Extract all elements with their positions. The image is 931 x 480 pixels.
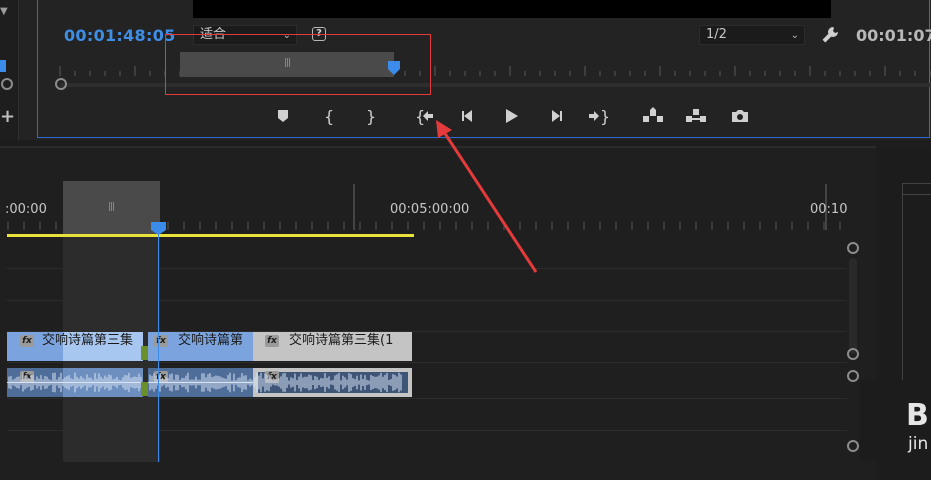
fx-icon: fx (154, 335, 168, 347)
play-button[interactable] (501, 106, 521, 126)
lift-icon (643, 107, 663, 122)
clip-title: 交响诗篇第三集 (42, 333, 134, 348)
current-timecode[interactable]: 00:01:48:05 (64, 26, 176, 45)
video-preview (193, 0, 831, 18)
fx-icon: fx (265, 335, 279, 347)
marker-icon (278, 110, 288, 122)
range-grip-icon[interactable]: ||| (108, 202, 115, 212)
audio-waveform (7, 372, 143, 393)
wrench-icon[interactable] (820, 25, 840, 45)
timeline-playhead[interactable] (151, 220, 166, 235)
audio-clip[interactable]: fx (148, 368, 253, 397)
step-back-icon (462, 110, 472, 122)
ruler-label-10min: 00:10 (810, 202, 848, 217)
watermark-logo-text: B (906, 398, 929, 433)
camera-icon (732, 110, 748, 122)
ruler-label-start: :00:00 (5, 202, 47, 217)
track-divider (7, 430, 847, 431)
audio-clip[interactable]: fx (253, 368, 412, 397)
clip-title: 交响诗篇第 (178, 333, 244, 348)
clip-title: 交响诗篇第三集(1 (289, 333, 394, 348)
lift-button[interactable] (641, 106, 665, 126)
transition-marker[interactable] (141, 382, 148, 396)
duration-timecode: 00:01:07 (856, 26, 931, 45)
track-zoom-handle[interactable] (847, 242, 859, 254)
add-icon[interactable]: + (0, 106, 15, 127)
fx-icon: fx (20, 335, 34, 347)
playback-resolution-select[interactable]: 1/2 ⌄ (699, 25, 805, 45)
track-divider (7, 300, 847, 301)
add-marker-button[interactable] (273, 106, 293, 126)
track-divider (7, 398, 847, 399)
step-back-button[interactable] (458, 106, 478, 126)
extract-icon (686, 109, 706, 122)
chevron-down-icon: ⌄ (790, 30, 799, 41)
source-playhead-marker[interactable] (0, 60, 6, 72)
export-frame-button[interactable] (730, 106, 750, 126)
audio-waveform (254, 372, 402, 393)
step-forward-button[interactable] (546, 106, 566, 126)
audio-meter-divider (902, 194, 931, 195)
mark-out-icon: } (366, 107, 376, 126)
work-area-bar[interactable] (7, 234, 414, 237)
ruler-label-5min: 00:05:00:00 (390, 202, 470, 217)
video-clip[interactable]: fx 交响诗篇第 (148, 332, 253, 361)
play-icon (506, 109, 518, 123)
track-zoom-handle[interactable] (847, 348, 859, 360)
track-zoom-scrollbar[interactable] (849, 258, 857, 354)
go-to-out-button[interactable]: } (588, 106, 610, 126)
mark-in-button[interactable]: { (318, 106, 338, 126)
audio-clip[interactable]: fx (7, 368, 143, 397)
audio-meter-frame (902, 183, 931, 383)
source-zoom-handle[interactable] (1, 78, 13, 90)
caret-down-icon[interactable]: ▼ (0, 6, 8, 17)
go-to-out-icon: } (589, 107, 610, 126)
annotation-highlight-box (165, 34, 431, 95)
audio-zoom-handle[interactable] (847, 440, 859, 452)
extract-button[interactable] (684, 106, 708, 126)
svg-text:}: } (366, 107, 376, 126)
track-divider (7, 268, 847, 269)
audio-waveform (148, 372, 253, 393)
step-forward-icon (552, 110, 562, 122)
svg-text:}: } (600, 107, 608, 126)
transition-marker[interactable] (141, 346, 148, 360)
video-clip[interactable]: fx 交响诗篇第三集 (7, 332, 143, 361)
go-to-in-icon: { (415, 107, 433, 126)
audio-zoom-handle[interactable] (847, 370, 859, 382)
mark-in-icon: { (324, 107, 334, 126)
mark-out-button[interactable]: } (360, 106, 380, 126)
svg-text:{: { (324, 107, 334, 126)
monitor-zoom-handle[interactable] (55, 78, 67, 90)
go-to-in-button[interactable]: { (414, 106, 434, 126)
video-clip[interactable]: fx 交响诗篇第三集(1 (253, 332, 412, 361)
track-divider (7, 362, 847, 363)
timeline-playhead-line[interactable] (158, 226, 159, 462)
playback-resolution-value: 1/2 (706, 27, 727, 42)
watermark-logo-subtext: jin (908, 434, 929, 454)
